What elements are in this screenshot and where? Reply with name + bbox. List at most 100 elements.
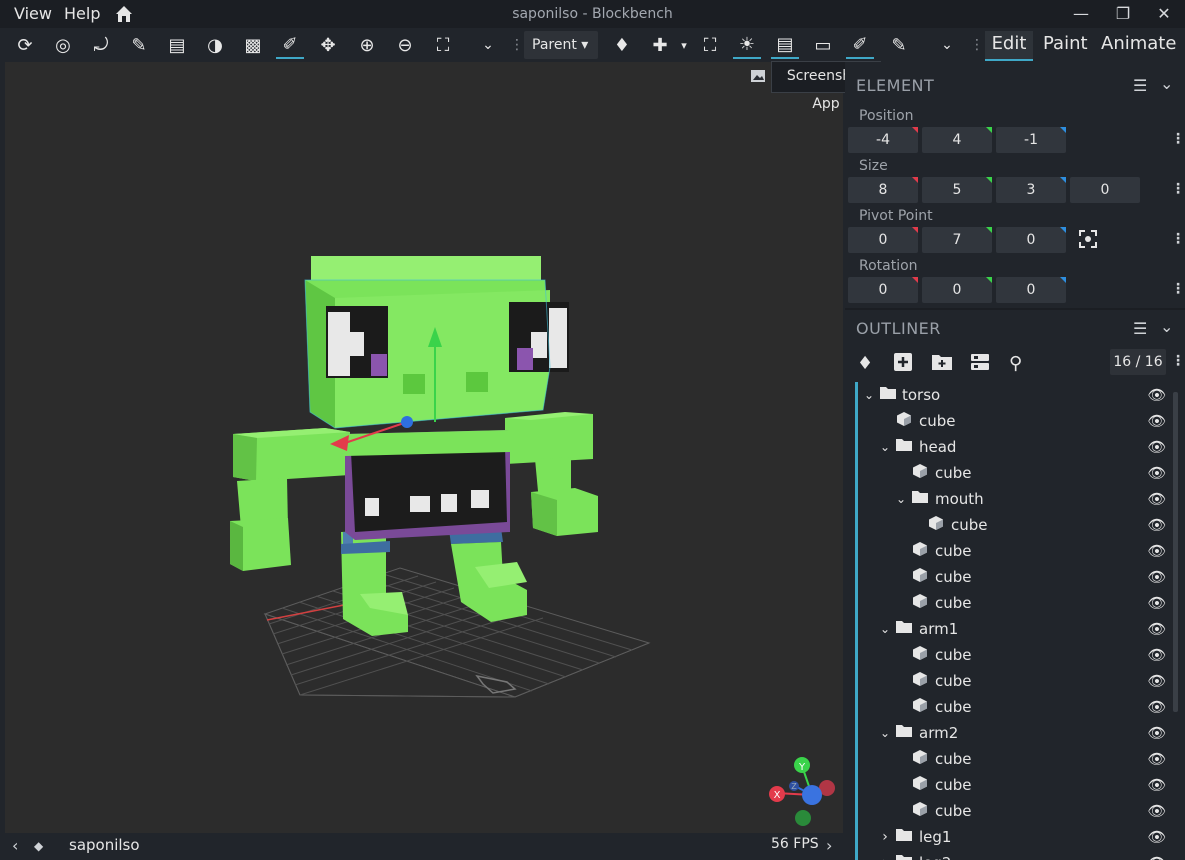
status-prev-icon[interactable]: ‹ <box>12 836 18 855</box>
toolbar-chevron-down-icon[interactable]: ⌄ <box>933 31 961 59</box>
rotate-view-icon[interactable]: ⟳ <box>11 31 39 59</box>
eye-icon[interactable]: 👁 <box>1147 642 1167 668</box>
chevron-down-icon[interactable]: ⌄ <box>876 616 894 642</box>
tab-paint[interactable]: Paint <box>1043 31 1088 59</box>
outliner-item-arm1[interactable]: ⌄ arm1 👁 <box>855 616 1173 642</box>
eraser-icon[interactable]: ▭ <box>809 31 837 59</box>
panel-menu-icon[interactable]: ☰ <box>1133 76 1147 95</box>
eye-icon[interactable]: 👁 <box>1147 434 1167 460</box>
tab-edit[interactable]: Edit <box>985 31 1033 61</box>
pivot-x-input[interactable]: 0 <box>848 227 918 253</box>
outliner-item-cube[interactable]: cube 👁 <box>855 408 1173 434</box>
status-next-icon[interactable]: › <box>826 836 832 855</box>
outliner-item-cube[interactable]: cube 👁 <box>855 564 1173 590</box>
eye-icon[interactable]: 👁 <box>1147 798 1167 824</box>
position-menu-icon[interactable]: ⋮ <box>1171 131 1185 147</box>
outliner-item-torso[interactable]: ⌄ torso 👁 <box>855 382 1173 408</box>
chevron-right-icon[interactable]: › <box>876 824 894 850</box>
outliner-item-cube[interactable]: cube 👁 <box>855 590 1173 616</box>
chevron-right-icon[interactable]: › <box>876 850 894 860</box>
eye-icon[interactable]: 👁 <box>1147 616 1167 642</box>
outliner-item-cube[interactable]: cube 👁 <box>855 460 1173 486</box>
eye-icon[interactable]: 👁 <box>1147 850 1167 860</box>
pivot-menu-icon[interactable]: ⋮ <box>1171 231 1185 247</box>
eye-icon[interactable]: 👁 <box>1147 824 1167 850</box>
outliner-options-icon[interactable]: ⋮ <box>1171 353 1185 369</box>
outliner-item-cube[interactable]: cube 👁 <box>855 668 1173 694</box>
screenshot-icon[interactable]: ▤ <box>771 31 799 59</box>
sun-icon[interactable]: ☀ <box>733 31 761 59</box>
outliner-menu-icon[interactable]: ☰ <box>1133 319 1147 338</box>
panel-collapse-icon[interactable]: ⌄ <box>1160 74 1173 93</box>
size-z-input[interactable]: 3 <box>996 177 1066 203</box>
position-y-input[interactable]: 4 <box>922 127 992 153</box>
chevron-down-icon[interactable]: ⌄ <box>876 434 894 460</box>
minimize-icon[interactable]: — <box>1070 3 1092 25</box>
outliner-item-cube[interactable]: cube 👁 <box>855 746 1173 772</box>
contrast-icon[interactable]: ◑ <box>201 31 229 59</box>
outliner-item-cube[interactable]: cube 👁 <box>855 642 1173 668</box>
outliner-item-cube[interactable]: cube 👁 <box>855 772 1173 798</box>
sort-icon[interactable] <box>970 352 990 376</box>
eye-icon[interactable]: 👁 <box>1147 486 1167 512</box>
center-pivot-icon[interactable] <box>1078 229 1098 253</box>
size-x-input[interactable]: 8 <box>848 177 918 203</box>
undo-arrow-icon[interactable]: ⤾ <box>87 31 115 59</box>
outliner-item-cube[interactable]: cube 👁 <box>855 798 1173 824</box>
size-inflate-input[interactable]: 0 <box>1070 177 1140 203</box>
brush-icon[interactable]: ✐ <box>276 31 304 59</box>
zoom-out-icon[interactable]: ⊖ <box>391 31 419 59</box>
rotation-z-input[interactable]: 0 <box>996 277 1066 303</box>
outliner-item-arm2[interactable]: ⌄ arm2 👁 <box>855 720 1173 746</box>
rotation-menu-icon[interactable]: ⋮ <box>1171 281 1185 297</box>
chevron-down-icon[interactable]: ⌄ <box>892 486 910 512</box>
outliner-item-cube[interactable]: cube 👁 <box>855 512 1173 538</box>
expand-icon[interactable]: ⛶ <box>696 31 724 59</box>
pen-icon[interactable]: ✎ <box>125 31 153 59</box>
gem-add-icon[interactable]: ♦ <box>857 353 873 374</box>
search-icon[interactable]: ⚲ <box>1009 353 1022 374</box>
outliner-item-leg2[interactable]: › leg2 👁 <box>855 850 1173 860</box>
size-menu-icon[interactable]: ⋮ <box>1171 181 1185 197</box>
film-icon[interactable]: ▤ <box>163 31 191 59</box>
position-z-input[interactable]: -1 <box>996 127 1066 153</box>
outliner-collapse-icon[interactable]: ⌄ <box>1160 317 1173 336</box>
eye-icon[interactable]: 👁 <box>1147 564 1167 590</box>
camera-icon[interactable]: ▩ <box>239 31 267 59</box>
pencil-icon[interactable]: ✎ <box>885 31 913 59</box>
rotation-y-input[interactable]: 0 <box>922 277 992 303</box>
pivot-z-input[interactable]: 0 <box>996 227 1066 253</box>
eye-icon[interactable]: 👁 <box>1147 408 1167 434</box>
add-cube-icon[interactable] <box>893 352 913 376</box>
eye-icon[interactable]: 👁 <box>1147 590 1167 616</box>
eye-icon[interactable]: 👁 <box>1147 382 1167 408</box>
position-x-input[interactable]: -4 <box>848 127 918 153</box>
eye-icon[interactable]: 👁 <box>1147 772 1167 798</box>
size-y-input[interactable]: 5 <box>922 177 992 203</box>
outliner-item-head[interactable]: ⌄ head 👁 <box>855 434 1173 460</box>
eye-icon[interactable]: 👁 <box>1147 512 1167 538</box>
chevron-down-icon[interactable]: ⌄ <box>860 382 878 408</box>
target-icon[interactable]: ◎ <box>49 31 77 59</box>
zoom-in-icon[interactable]: ⊕ <box>353 31 381 59</box>
close-icon[interactable]: ✕ <box>1153 3 1175 25</box>
eye-icon[interactable]: 👁 <box>1147 668 1167 694</box>
eye-icon[interactable]: 👁 <box>1147 720 1167 746</box>
pivot-dropdown-icon[interactable]: ▾ <box>670 31 698 59</box>
eye-icon[interactable]: 👁 <box>1147 746 1167 772</box>
eye-icon[interactable]: 👁 <box>1147 694 1167 720</box>
outliner-item-cube[interactable]: cube 👁 <box>855 538 1173 564</box>
move-icon[interactable]: ✥ <box>314 31 342 59</box>
eye-icon[interactable]: 👁 <box>1147 460 1167 486</box>
paint-brush-icon[interactable]: ✐ <box>846 31 874 59</box>
outliner-item-leg1[interactable]: › leg1 👁 <box>855 824 1173 850</box>
maximize-icon[interactable]: ❐ <box>1112 3 1134 25</box>
gem-icon[interactable]: ♦ <box>608 31 636 59</box>
transform-space-select[interactable]: Parent ▾ <box>524 31 598 59</box>
3d-viewport[interactable]: Y X Z <box>5 62 843 833</box>
outliner-item-mouth[interactable]: ⌄ mouth 👁 <box>855 486 1173 512</box>
outliner-item-cube[interactable]: cube 👁 <box>855 694 1173 720</box>
fit-view-icon[interactable]: ⛶ <box>429 31 457 59</box>
pivot-y-input[interactable]: 7 <box>922 227 992 253</box>
rotation-x-input[interactable]: 0 <box>848 277 918 303</box>
